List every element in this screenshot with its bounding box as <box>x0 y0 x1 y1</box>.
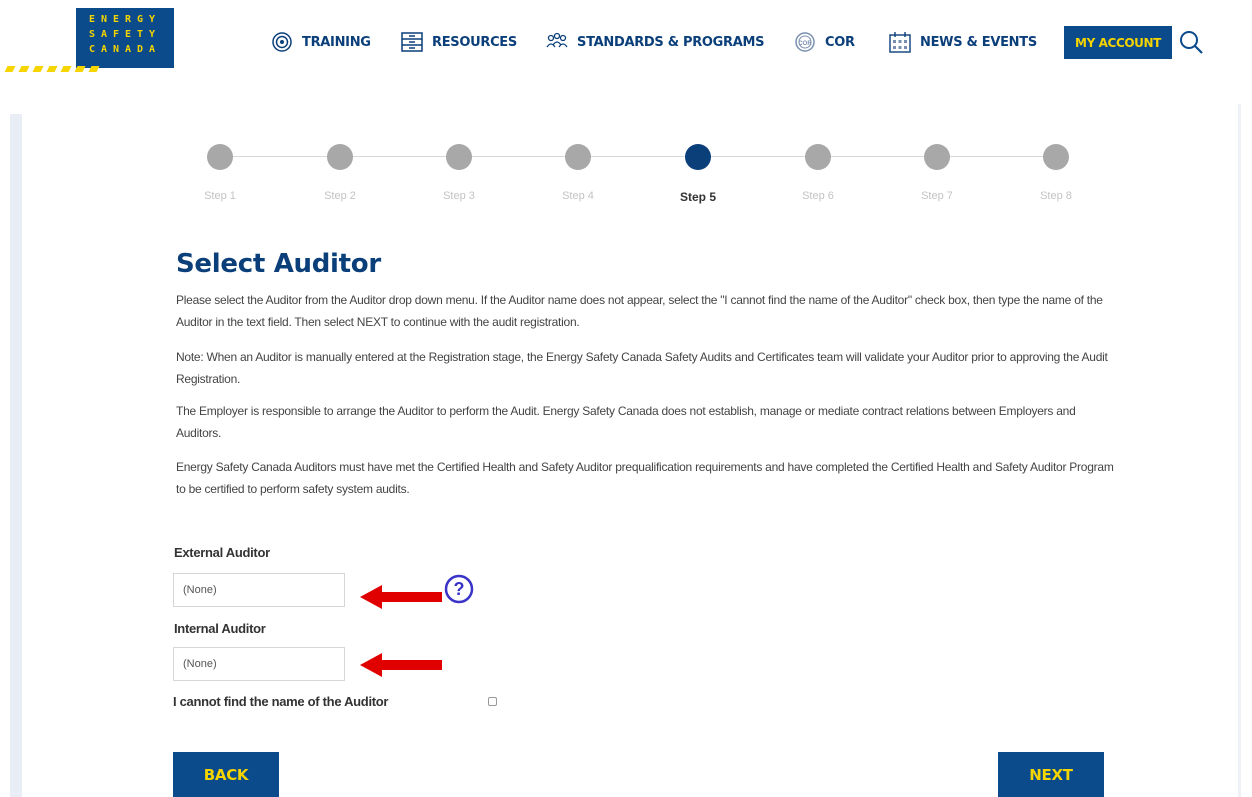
nav-standards-programs-label: STANDARDS & PROGRAMS <box>577 34 765 50</box>
external-auditor-select[interactable]: (None) <box>173 573 345 607</box>
badge-icon: COR <box>795 32 815 52</box>
svg-text:COR: COR <box>798 41 812 47</box>
people-icon <box>546 32 568 48</box>
help-glyph: ? <box>454 579 465 599</box>
step-4: Step 4 <box>538 144 618 202</box>
nav-resources[interactable]: RESOURCES <box>400 30 517 54</box>
calendar-icon <box>889 32 911 53</box>
nav-news-events[interactable]: NEWS & EVENTS <box>888 30 1037 54</box>
auditor-requirements-paragraph: Energy Safety Canada Auditors must have … <box>176 460 1114 496</box>
step-dot <box>924 144 950 170</box>
step-2: Step 2 <box>300 144 380 202</box>
nav-training-label: TRAINING <box>302 34 371 50</box>
step-label: Step 7 <box>921 190 953 202</box>
step-label: Step 2 <box>324 190 356 202</box>
step-dot <box>207 144 233 170</box>
nav-news-events-label: NEWS & EVENTS <box>920 34 1037 50</box>
external-auditor-label: External Auditor <box>174 545 270 560</box>
step-8: Step 8 <box>1016 144 1096 202</box>
nav-cor[interactable]: COR COR <box>793 30 855 54</box>
site-header: ENERGY SAFETY CANADA TRAINING RESOURCES … <box>0 0 1252 90</box>
step-dot <box>565 144 591 170</box>
step-3: Step 3 <box>419 144 499 202</box>
target-icon <box>272 32 292 52</box>
internal-auditor-select[interactable]: (None) <box>173 647 345 681</box>
nav-cor-label: COR <box>825 34 855 50</box>
energy-safety-canada-logo[interactable]: ENERGY SAFETY CANADA <box>76 8 174 68</box>
step-label: Step 3 <box>443 190 475 202</box>
next-button[interactable]: NEXT <box>998 752 1104 797</box>
internal-auditor-label: Internal Auditor <box>174 621 266 636</box>
nav-standards-programs[interactable]: STANDARDS & PROGRAMS <box>545 30 765 54</box>
step-5-current: Step 5 <box>658 144 738 204</box>
red-arrow-pointer <box>360 585 442 609</box>
help-icon[interactable]: ? <box>444 574 474 604</box>
my-account-button[interactable]: MY ACCOUNT <box>1064 26 1172 59</box>
step-label: Step 6 <box>802 190 834 202</box>
note-paragraph: Note: When an Auditor is manually entere… <box>176 350 1108 386</box>
nav-resources-label: RESOURCES <box>432 34 517 50</box>
step-7: Step 7 <box>897 144 977 202</box>
registration-stepper: Step 1 Step 2 Step 3 Step 4 Step 5 Step … <box>0 140 1252 210</box>
step-dot <box>1043 144 1069 170</box>
red-arrow-pointer <box>360 653 442 677</box>
step-dot <box>805 144 831 170</box>
nav-training[interactable]: TRAINING <box>270 30 371 54</box>
logo-wordmark: ENERGY SAFETY CANADA <box>88 14 162 55</box>
back-button[interactable]: BACK <box>173 752 279 797</box>
step-label: Step 8 <box>1040 190 1072 202</box>
instructions-paragraph: Please select the Auditor from the Audit… <box>176 293 1103 329</box>
step-dot-active <box>685 144 711 170</box>
step-dot <box>327 144 353 170</box>
cannot-find-auditor-label: I cannot find the name of the Auditor <box>173 694 389 709</box>
logo-stripe <box>4 66 102 72</box>
step-1: Step 1 <box>180 144 260 202</box>
search-icon[interactable] <box>1178 29 1204 55</box>
cabinet-icon <box>401 32 423 52</box>
left-border <box>10 114 22 797</box>
step-dot <box>446 144 472 170</box>
step-label: Step 5 <box>679 190 716 204</box>
step-6: Step 6 <box>778 144 858 202</box>
step-label: Step 4 <box>562 190 594 202</box>
page-title: Select Auditor <box>176 249 381 279</box>
employer-paragraph: The Employer is responsible to arrange t… <box>176 404 1076 440</box>
step-label: Step 1 <box>204 190 236 202</box>
cannot-find-auditor-checkbox[interactable] <box>488 697 497 706</box>
